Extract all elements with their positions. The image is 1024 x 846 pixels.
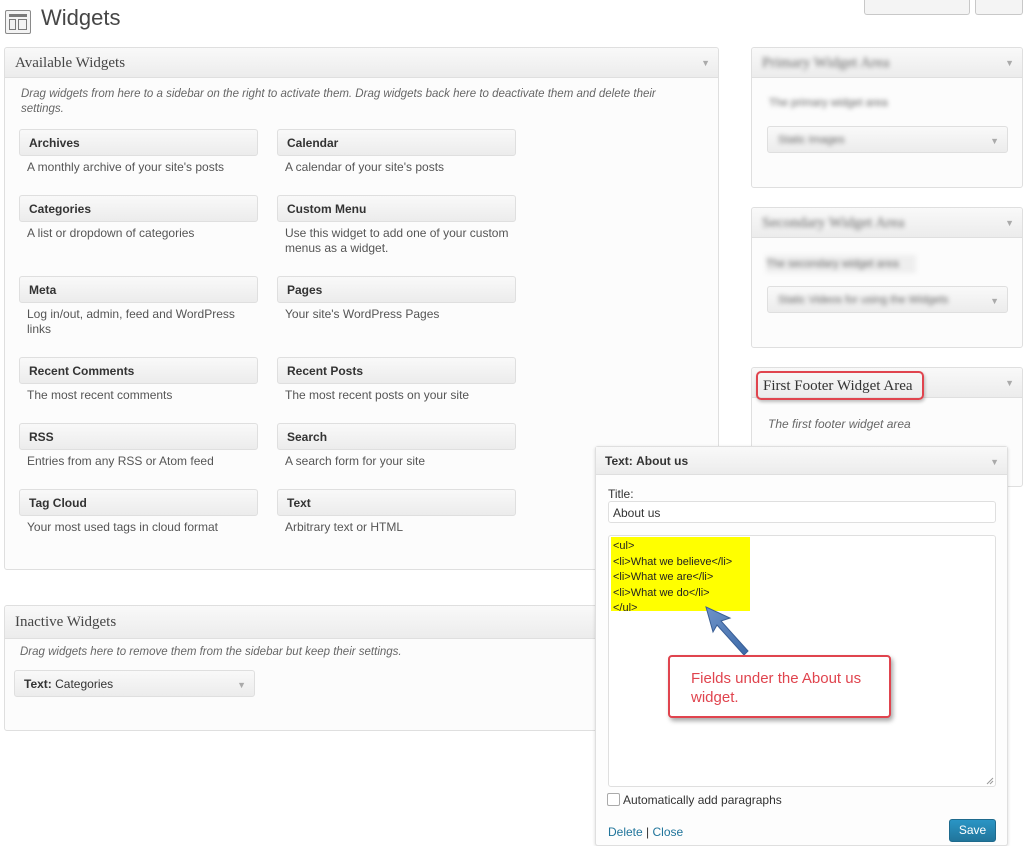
widget-search[interactable]: Search — [277, 423, 516, 450]
widget-description: A list or dropdown of categories — [27, 226, 195, 240]
widget-description: A search form for your site — [285, 454, 426, 468]
link-separator: | — [646, 825, 650, 839]
widget-title: Search — [287, 430, 328, 444]
secondary-widget-area: Secondary Widget Area ▼ The secondary wi… — [751, 207, 1023, 348]
help-button[interactable] — [975, 0, 1023, 15]
widget-title: Text — [287, 496, 311, 510]
widget-name: About us — [636, 454, 689, 468]
callout-arrow-icon — [705, 606, 749, 656]
widget-archives[interactable]: Archives — [19, 129, 258, 156]
widget-title: Tag Cloud — [29, 496, 87, 510]
widget-custom-menu[interactable]: Custom Menu — [277, 195, 516, 222]
content-line: <li>What we believe</li> — [613, 555, 733, 568]
widget-description: Your most used tags in cloud format — [27, 520, 218, 534]
widget-title: Custom Menu — [287, 202, 367, 216]
secondary-widget-item[interactable]: Static Videos for using the Widgets ▼ — [767, 286, 1008, 313]
content-line: <li>What we do</li> — [613, 586, 710, 599]
content-line: <ul> — [613, 540, 635, 552]
widget-description: Entries from any RSS or Atom feed — [27, 454, 214, 468]
widget-type: Text: — [24, 677, 52, 691]
widget-title: RSS — [29, 430, 54, 444]
delete-link[interactable]: Delete — [608, 825, 643, 839]
collapse-arrow-icon[interactable]: ▼ — [1005, 378, 1014, 388]
page-title: Widgets — [41, 5, 121, 30]
widget-title: Archives — [29, 136, 80, 150]
widget-title: Recent Posts — [287, 364, 364, 378]
text-widget-header[interactable]: Text: About us ▼ — [596, 447, 1007, 475]
widget-calendar[interactable]: Calendar — [277, 129, 516, 156]
widget-recent-posts[interactable]: Recent Posts — [277, 357, 516, 384]
title-input[interactable]: About us — [608, 501, 996, 523]
inactive-widget-categories[interactable]: Text: Categories ▼ — [14, 670, 255, 697]
available-widgets-description: Drag widgets from here to a sidebar on t… — [21, 88, 656, 115]
collapse-arrow-icon[interactable]: ▼ — [701, 58, 710, 68]
inactive-widgets-title: Inactive Widgets — [15, 614, 117, 630]
primary-widget-item[interactable]: Static Images ▼ — [767, 126, 1008, 153]
widget-rss[interactable]: RSS — [19, 423, 258, 450]
callout-text: Fields under the About us widget. — [691, 670, 862, 706]
expand-arrow-icon[interactable]: ▼ — [990, 136, 999, 146]
widget-description: A monthly archive of your site's posts — [27, 160, 225, 174]
widget-meta[interactable]: Meta — [19, 276, 258, 303]
secondary-widget-area-title: Secondary Widget Area — [762, 215, 905, 231]
widget-description: Arbitrary text or HTML — [285, 520, 404, 534]
expand-arrow-icon[interactable]: ▼ — [237, 680, 246, 690]
primary-widget-area-title: Primary Widget Area — [762, 55, 890, 71]
title-label: Title: — [608, 487, 634, 501]
widget-name: Static Images — [778, 134, 845, 146]
autop-label: Automatically add paragraphs — [623, 793, 782, 807]
primary-widget-area-description: The primary widget area — [769, 97, 888, 109]
widget-description: The most recent comments — [27, 388, 173, 402]
widget-title: Recent Comments — [29, 364, 135, 378]
available-widgets-title: Available Widgets — [15, 55, 126, 71]
text-widget-panel: Text: About us ▼ Title: About us <ul> <l… — [595, 446, 1008, 846]
widget-description: Log in/out, admin, feed and WordPress li… — [27, 307, 235, 336]
autop-checkbox[interactable] — [607, 793, 620, 806]
resize-handle-icon[interactable] — [986, 777, 994, 785]
close-link[interactable]: Close — [653, 825, 684, 839]
secondary-widget-area-description: The secondary widget area — [766, 255, 916, 273]
collapse-arrow-icon[interactable]: ▼ — [1005, 58, 1014, 68]
widgets-page-icon — [5, 10, 31, 34]
widget-title: Calendar — [287, 136, 339, 150]
callout-box: Fields under the About us widget. — [668, 655, 891, 718]
widget-name: Static Videos for using the Widgets — [778, 294, 949, 306]
widget-title: Categories — [29, 202, 92, 216]
widget-description: Use this widget to add one of your custo… — [285, 226, 509, 255]
expand-arrow-icon[interactable]: ▼ — [990, 296, 999, 306]
widget-pages[interactable]: Pages — [277, 276, 516, 303]
first-footer-title-highlight: First Footer Widget Area — [756, 371, 924, 400]
widget-title: Meta — [29, 283, 57, 297]
primary-widget-area: Primary Widget Area ▼ The primary widget… — [751, 47, 1023, 188]
available-widgets-header[interactable]: Available Widgets ▼ — [5, 48, 718, 78]
widget-description: The most recent posts on your site — [285, 388, 470, 402]
widget-description: A calendar of your site's posts — [285, 160, 445, 174]
first-footer-widget-area-description: The first footer widget area — [768, 417, 911, 431]
widget-type: Text: — [605, 454, 633, 468]
widget-name: Categories — [55, 677, 114, 691]
widget-text[interactable]: Text — [277, 489, 516, 516]
first-footer-widget-area-title: First Footer Widget Area — [763, 378, 913, 394]
content-line: <li>What we are</li> — [613, 571, 714, 583]
collapse-arrow-icon[interactable]: ▼ — [1005, 218, 1014, 228]
screen-options-button[interactable] — [864, 0, 970, 15]
inactive-widgets-description: Drag widgets here to remove them from th… — [20, 646, 402, 658]
widget-categories[interactable]: Categories — [19, 195, 258, 222]
widget-description: Your site's WordPress Pages — [285, 307, 440, 321]
widget-title: Pages — [287, 283, 323, 297]
primary-widget-area-header[interactable]: Primary Widget Area ▼ — [752, 48, 1022, 78]
widget-tag-cloud[interactable]: Tag Cloud — [19, 489, 258, 516]
widget-recent-comments[interactable]: Recent Comments — [19, 357, 258, 384]
title-input-value: About us — [613, 506, 661, 520]
secondary-widget-area-header[interactable]: Secondary Widget Area ▼ — [752, 208, 1022, 238]
collapse-arrow-icon[interactable]: ▼ — [990, 457, 999, 467]
save-button[interactable]: Save — [949, 819, 996, 842]
